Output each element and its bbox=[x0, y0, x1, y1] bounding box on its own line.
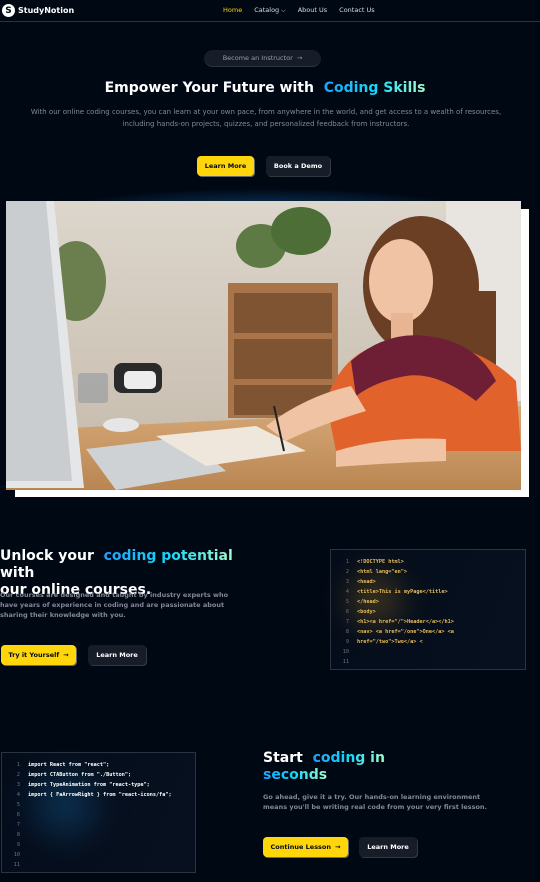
logo-icon: S bbox=[2, 4, 15, 17]
hero-subtitle: With our online coding courses, you can … bbox=[30, 108, 502, 128]
line-number: 10 bbox=[13, 852, 20, 858]
nav-links: Home Catalog ⌵ About Us Contact Us bbox=[223, 6, 375, 15]
block1-learn-more-button[interactable]: Learn More bbox=[88, 645, 146, 665]
line-number: 11 bbox=[342, 659, 349, 665]
arrow-right-icon: → bbox=[296, 54, 303, 62]
logo[interactable]: S StudyNotion bbox=[2, 4, 74, 17]
code-snippet: import React from "react"; import CTABut… bbox=[28, 762, 172, 798]
line-number: 5 bbox=[16, 802, 20, 808]
line-number: 7 bbox=[345, 619, 349, 625]
book-demo-button[interactable]: Book a Demo bbox=[266, 156, 330, 176]
line-number: 2 bbox=[16, 772, 20, 778]
brand-name: StudyNotion bbox=[18, 6, 75, 15]
chevron-down-icon: ⌵ bbox=[281, 7, 286, 14]
block2-title: Start coding in seconds bbox=[263, 750, 385, 783]
nav-about-us[interactable]: About Us bbox=[298, 6, 327, 15]
line-number: 8 bbox=[16, 832, 20, 838]
line-number: 6 bbox=[16, 812, 20, 818]
hero-title: Empower Your Future with Coding Skills bbox=[104, 80, 426, 96]
line-number: 3 bbox=[16, 782, 20, 788]
line-number: 5 bbox=[345, 599, 349, 605]
line-number: 8 bbox=[345, 629, 349, 635]
hero-video[interactable] bbox=[6, 201, 521, 490]
block1-description: Our courses are designed and taught by i… bbox=[0, 591, 229, 619]
student-at-computer-image bbox=[6, 201, 521, 490]
nav-catalog[interactable]: Catalog ⌵ bbox=[254, 6, 286, 15]
try-it-yourself-button[interactable]: Try it Yourself → bbox=[1, 645, 76, 665]
learn-more-button[interactable]: Learn More bbox=[197, 156, 254, 176]
line-numbers: 1 2 3 4 5 6 7 8 9 10 11 bbox=[10, 760, 20, 870]
line-number: 10 bbox=[342, 649, 349, 655]
code-snippet: <!DOCTYPE html> <html lang="en"> <head> … bbox=[357, 559, 454, 645]
line-number: 6 bbox=[345, 609, 349, 615]
become-instructor-button[interactable]: Become an Instructor → bbox=[204, 50, 321, 67]
line-number: 11 bbox=[13, 862, 20, 868]
line-number: 4 bbox=[16, 792, 20, 798]
nav-home[interactable]: Home bbox=[223, 6, 242, 15]
line-number: 1 bbox=[16, 762, 20, 768]
line-number: 9 bbox=[16, 842, 20, 848]
line-number: 3 bbox=[345, 579, 349, 585]
arrow-right-icon: → bbox=[335, 843, 341, 851]
line-number: 7 bbox=[16, 822, 20, 828]
line-number: 1 bbox=[345, 559, 349, 565]
line-number: 9 bbox=[345, 639, 349, 645]
line-number: 4 bbox=[345, 589, 349, 595]
block2-code-editor: 1 2 3 4 5 6 7 8 9 10 11 import React from "react";… bbox=[1, 752, 196, 873]
arrow-right-icon: → bbox=[63, 651, 69, 659]
continue-lesson-button[interactable]: Continue Lesson → bbox=[263, 837, 348, 857]
navbar: S StudyNotion Home Catalog ⌵ About Us Con… bbox=[0, 0, 540, 22]
block1-code-editor: 1 2 3 4 5 6 7 8 9 10 11 <!DOCTYPE html> <html lang… bbox=[330, 549, 526, 670]
block2-learn-more-button[interactable]: Learn More bbox=[359, 837, 417, 857]
nav-contact-us[interactable]: Contact Us bbox=[339, 6, 375, 15]
line-numbers: 1 2 3 4 5 6 7 8 9 10 11 bbox=[339, 557, 349, 667]
line-number: 2 bbox=[345, 569, 349, 575]
block2-description: Go ahead, give it a try. Our hands-on le… bbox=[263, 793, 488, 811]
